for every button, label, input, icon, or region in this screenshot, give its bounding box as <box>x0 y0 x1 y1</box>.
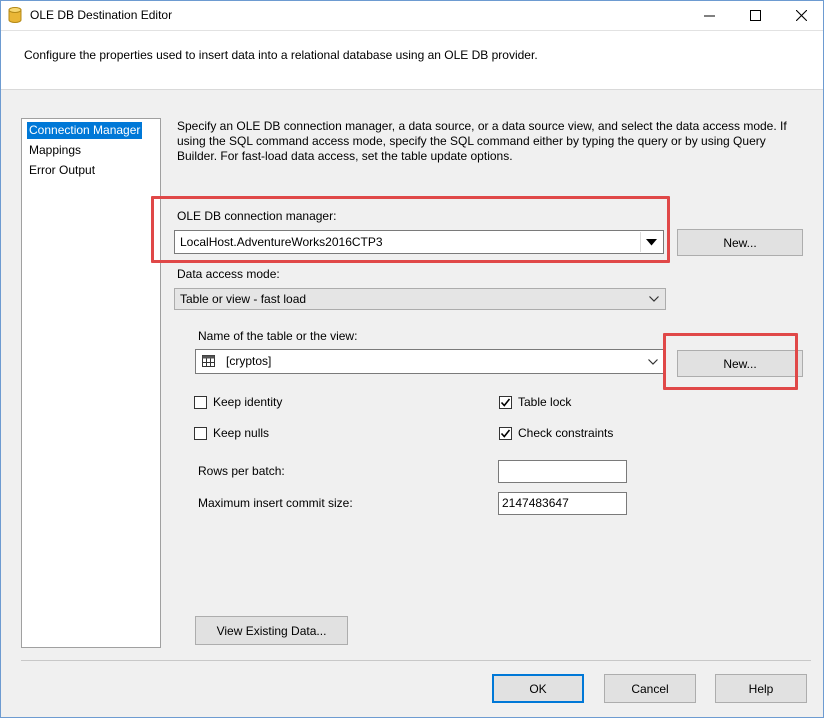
check-mark-icon <box>500 398 511 407</box>
chevron-down-icon <box>647 358 658 365</box>
minimize-button[interactable] <box>686 0 732 30</box>
check-mark-icon <box>500 429 511 438</box>
connection-dropdown-button[interactable] <box>640 232 662 252</box>
header-description: Configure the properties used to insert … <box>24 48 538 62</box>
check-constraints-label: Check constraints <box>518 426 614 440</box>
database-cylinder-icon <box>8 7 22 23</box>
access-mode-dropdown-button[interactable] <box>643 290 664 308</box>
close-icon <box>795 9 807 21</box>
chevron-down-icon <box>648 296 659 302</box>
title-bar[interactable]: OLE DB Destination Editor <box>0 0 824 31</box>
maximize-icon <box>749 9 761 21</box>
rows-per-batch-input[interactable] <box>498 460 627 483</box>
table-name-combo[interactable]: [cryptos] <box>195 349 665 374</box>
connection-manager-label: OLE DB connection manager: <box>177 209 337 223</box>
nav-item-connection-manager[interactable]: Connection Manager <box>27 122 143 139</box>
check-constraints-checkbox[interactable] <box>499 427 512 440</box>
keep-identity-label: Keep identity <box>213 395 283 409</box>
nav-item-mappings[interactable]: Mappings <box>27 142 83 159</box>
max-commit-size-label: Maximum insert commit size: <box>198 496 353 510</box>
minimize-icon <box>703 15 715 16</box>
new-table-button[interactable]: New... <box>677 350 803 377</box>
keep-identity-checkbox[interactable] <box>194 396 207 409</box>
rows-per-batch-label: Rows per batch: <box>198 464 285 478</box>
ok-button[interactable]: OK <box>492 674 584 703</box>
maximize-button[interactable] <box>732 0 778 30</box>
access-mode-combo[interactable]: Table or view - fast load <box>174 288 666 310</box>
close-button[interactable] <box>778 0 824 30</box>
connection-page-description: Specify an OLE DB connection manager, a … <box>177 119 787 163</box>
max-commit-size-input[interactable]: 2147483647 <box>498 492 627 515</box>
table-lock-checkbox[interactable] <box>499 396 512 409</box>
new-connection-button[interactable]: New... <box>677 229 803 256</box>
table-name-dropdown-button[interactable] <box>642 351 663 372</box>
cancel-button[interactable]: Cancel <box>604 674 696 703</box>
access-mode-label: Data access mode: <box>177 267 280 281</box>
table-grid-icon <box>202 355 215 367</box>
keep-nulls-checkbox[interactable] <box>194 427 207 440</box>
connection-manager-value: LocalHost.AdventureWorks2016CTP3 <box>180 235 383 249</box>
connection-manager-combo[interactable]: LocalHost.AdventureWorks2016CTP3 <box>174 230 664 254</box>
table-lock-label: Table lock <box>518 395 572 409</box>
table-name-value: [cryptos] <box>226 354 272 368</box>
footer-separator <box>21 660 811 661</box>
help-button[interactable]: Help <box>715 674 807 703</box>
page-navigation: Connection Manager Mappings Error Output <box>21 118 161 648</box>
dropdown-arrow-icon <box>646 238 657 245</box>
access-mode-value: Table or view - fast load <box>180 292 307 306</box>
table-name-label: Name of the table or the view: <box>198 329 358 343</box>
keep-nulls-label: Keep nulls <box>213 426 270 440</box>
window-title: OLE DB Destination Editor <box>30 8 173 22</box>
view-existing-data-button[interactable]: View Existing Data... <box>195 616 348 645</box>
nav-item-error-output[interactable]: Error Output <box>27 162 97 179</box>
